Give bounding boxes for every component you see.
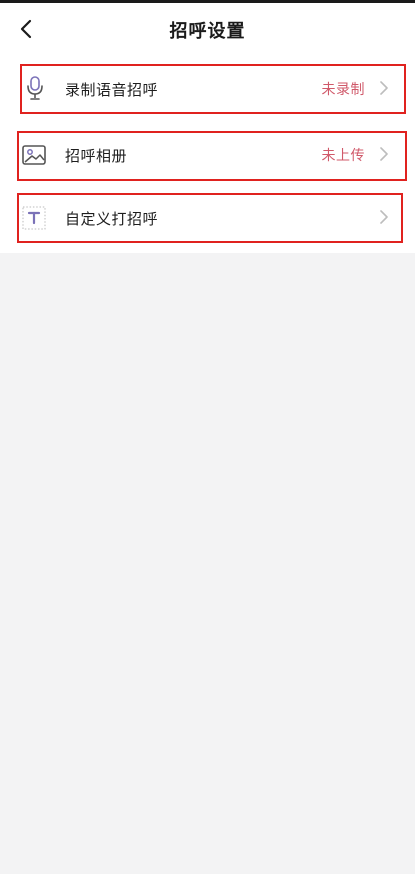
- chevron-right-icon: [377, 207, 391, 227]
- microphone-icon: [21, 74, 49, 102]
- row-label: 自定义打招呼: [65, 210, 159, 228]
- page-title: 招呼设置: [169, 21, 246, 42]
- text-t-icon: [20, 204, 48, 232]
- row-status: 未上传: [321, 148, 365, 164]
- settings-list: 录制语音招呼 未录制 招呼相册 未上传 自定义打招呼: [0, 55, 415, 253]
- settings-row-greeting-album[interactable]: 招呼相册 未上传: [0, 121, 415, 187]
- row-label: 招呼相册: [65, 147, 128, 165]
- row-label: 录制语音招呼: [65, 81, 159, 99]
- settings-row-custom-greeting[interactable]: 自定义打招呼: [0, 187, 415, 253]
- image-icon: [20, 141, 48, 169]
- settings-row-voice-greeting[interactable]: 录制语音招呼 未录制: [0, 55, 415, 121]
- nav-header: 招呼设置: [0, 3, 415, 55]
- row-status: 未录制: [321, 82, 365, 98]
- chevron-right-icon: [377, 144, 391, 164]
- chevron-right-icon: [377, 78, 391, 98]
